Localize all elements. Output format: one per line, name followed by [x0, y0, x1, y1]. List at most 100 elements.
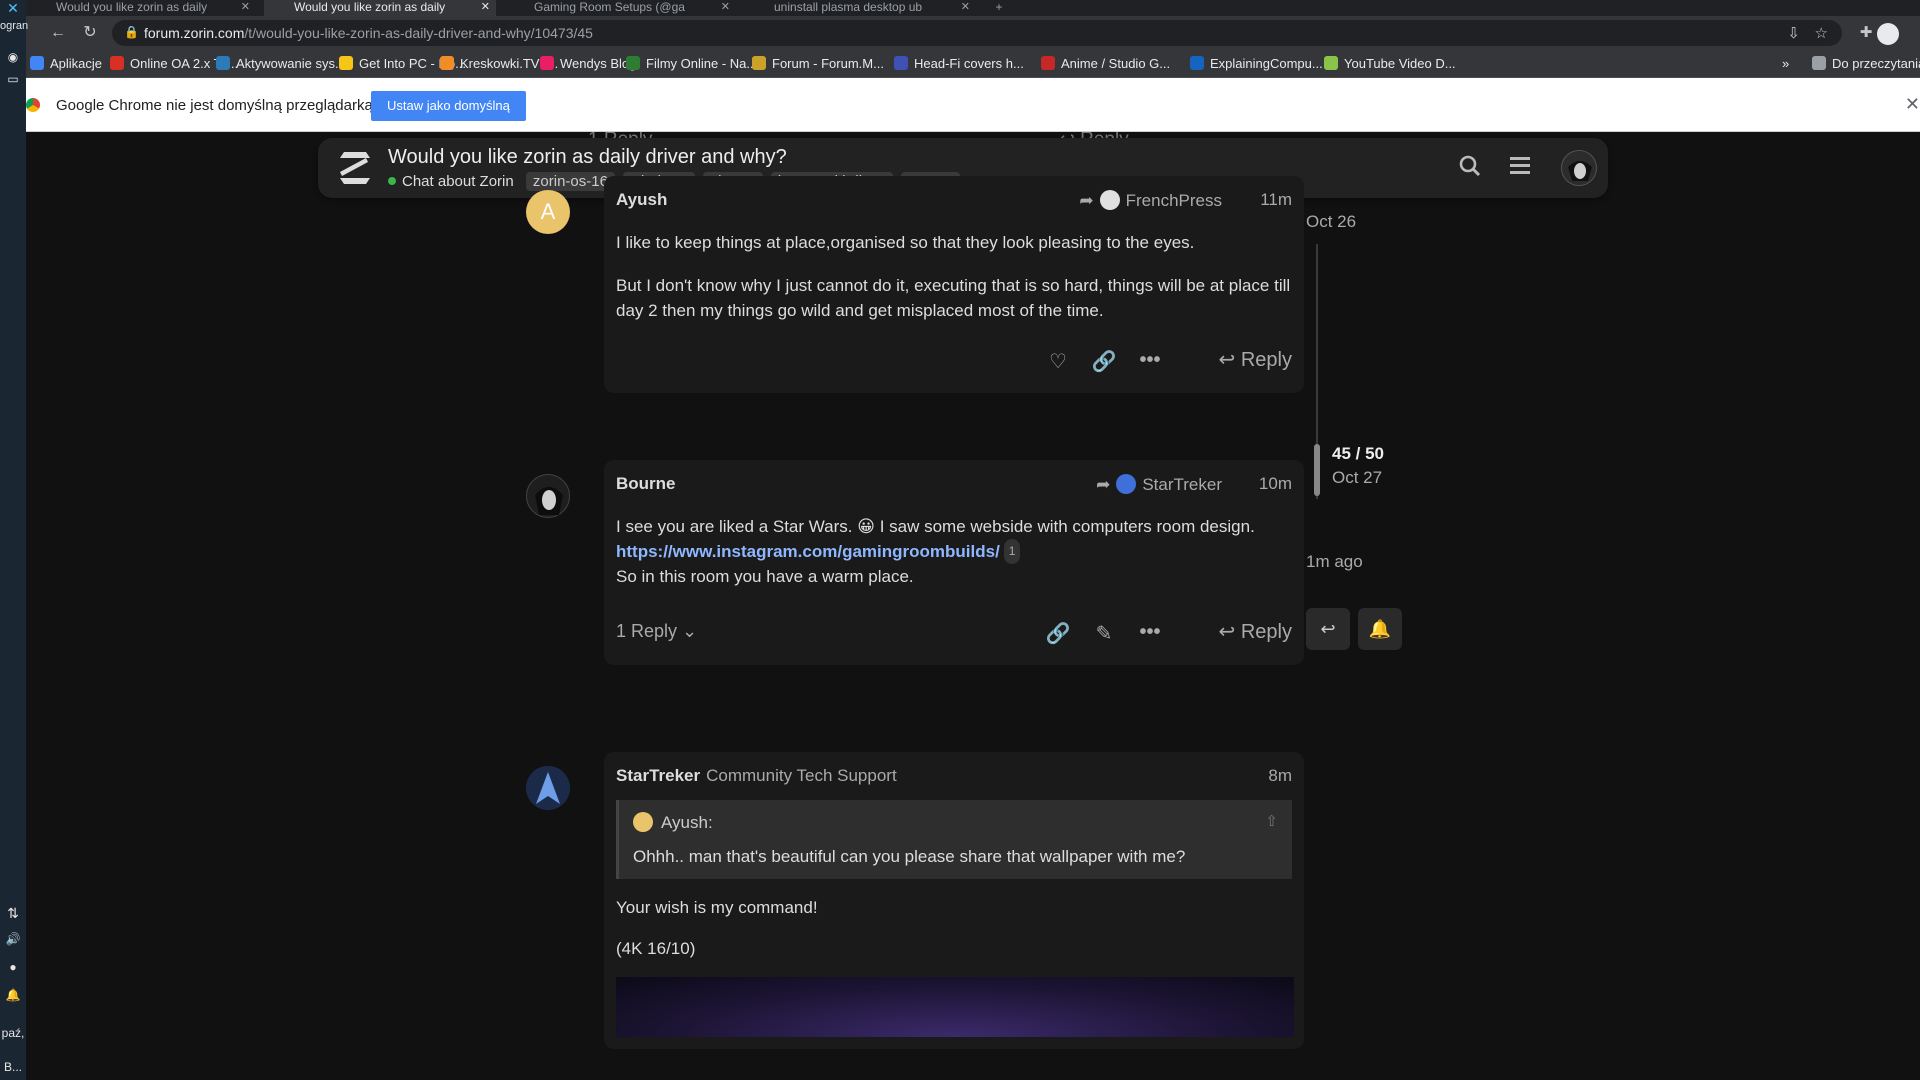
network-icon[interactable]: ⇅ — [0, 905, 26, 922]
tab-title: uninstall plasma desktop ub — [774, 0, 923, 14]
like-heart-icon[interactable]: ♡ — [1044, 349, 1072, 374]
bookmark-item[interactable]: ExplainingCompu... — [1190, 56, 1323, 71]
reload-icon[interactable]: ↻ — [80, 23, 100, 43]
notification-bell-icon[interactable]: 🔔 — [0, 988, 26, 1002]
bookmark-label: Filmy Online - Na... — [646, 56, 758, 71]
bookmark-item[interactable]: Anime / Studio G... — [1041, 56, 1170, 71]
post-date[interactable]: 11m — [1260, 190, 1292, 210]
bookmark-favicon-icon — [216, 56, 230, 70]
tab-3[interactable]: Gaming Room Setups (@ga ✕ — [504, 0, 736, 16]
set-default-button[interactable]: Ustaw jako domyślną — [371, 91, 526, 121]
reply-button[interactable]: ↩ Reply — [1219, 619, 1292, 644]
copy-link-icon[interactable]: 🔗 — [1090, 349, 1118, 374]
post-startreker: StarTreker Community Tech Support 8m Ayus… — [526, 752, 1304, 1049]
timeline-scroll-handle[interactable] — [1314, 444, 1320, 496]
reply-icon: ↩ — [1218, 349, 1241, 371]
bookmark-item[interactable]: YouTube Video D... — [1324, 56, 1456, 71]
reply-to-topic-button[interactable]: ↩ — [1306, 608, 1350, 650]
username[interactable]: Ayush — [616, 190, 667, 209]
username[interactable]: StarTreker — [616, 766, 700, 785]
post-paragraph: (4K 16/10) — [616, 939, 696, 958]
bookmark-item[interactable]: Head-Fi covers h... — [894, 56, 1024, 71]
default-browser-infobar: Google Chrome nie jest domyślną przegląd… — [26, 78, 1920, 132]
bookmark-label: Head-Fi covers h... — [914, 56, 1024, 71]
reply-button[interactable]: ↩ Reply — [1219, 347, 1292, 372]
profile-avatar[interactable] — [1877, 23, 1899, 45]
more-actions-icon[interactable]: ••• — [1136, 349, 1164, 372]
chrome-icon[interactable]: ◉ — [0, 50, 26, 64]
post-line: I see you are liked a Star Wars. 😀 I saw… — [616, 517, 1255, 536]
volume-icon[interactable]: 🔊 — [0, 932, 26, 946]
zorin-logo-icon[interactable] — [336, 150, 374, 186]
category-badge[interactable]: Chat about Zorin — [388, 173, 514, 190]
reading-list[interactable]: Do przeczytania — [1812, 56, 1920, 71]
post-body: Ayush ➦ FrenchPress 11m I like to keep th… — [604, 176, 1304, 393]
clock-date[interactable]: paź, — [0, 1026, 26, 1040]
install-icon[interactable]: ⇩ — [1787, 24, 1800, 42]
bookmark-item[interactable]: Filmy Online - Na... — [626, 56, 757, 71]
extensions-puzzle-icon[interactable]: ✚ — [1856, 23, 1876, 43]
reply-icon: ↩ — [1218, 621, 1241, 643]
tab-4[interactable]: uninstall plasma desktop ub ✕ — [744, 0, 976, 16]
clock-time[interactable]: B... — [0, 1060, 26, 1074]
expand-quote-icon[interactable]: ⇧ — [1265, 812, 1278, 830]
bookmark-item[interactable]: Wendys Blog — [540, 56, 636, 71]
bookmark-favicon-icon — [626, 56, 640, 70]
close-icon[interactable]: ✕ — [481, 0, 490, 13]
post-date[interactable]: 10m — [1259, 474, 1292, 494]
address-bar: ← ↻ 🔒 forum.zorin.com/t/would-you-like-z… — [26, 16, 1920, 50]
wallpaper-image[interactable] — [616, 977, 1294, 1037]
tab-1[interactable]: Would you like zorin as daily ✕ — [26, 0, 256, 16]
tab-title: Gaming Room Setups (@ga — [534, 0, 685, 14]
reply-to-tab[interactable]: ➦ FrenchPress — [1079, 190, 1222, 211]
post-content: I see you are liked a Star Wars. 😀 I saw… — [616, 514, 1292, 589]
bookmarks-more-icon[interactable]: » — [1782, 56, 1789, 71]
hamburger-menu-icon[interactable] — [1507, 155, 1533, 181]
discourse-page: 1 Reply ⌄ ↩ Reply Would you like zorin a… — [26, 132, 1920, 1080]
chrome-logo-icon — [26, 98, 40, 112]
avatar[interactable]: A — [526, 190, 570, 234]
instagram-link[interactable]: https://www.instagram.com/gamingroombuil… — [616, 542, 1000, 561]
copy-link-icon[interactable]: 🔗 — [1044, 621, 1072, 646]
close-icon[interactable]: ✕ — [1905, 94, 1920, 115]
mini-avatar — [1099, 190, 1120, 210]
tab-2-active[interactable]: Would you like zorin as daily ✕ — [264, 0, 496, 16]
more-actions-icon[interactable]: ••• — [1136, 621, 1164, 644]
bookmark-item[interactable]: Aplikacje — [30, 56, 102, 71]
timeline-end-date[interactable]: 1m ago — [1306, 552, 1363, 572]
url-path: /t/would-you-like-zorin-as-daily-driver-… — [244, 25, 593, 41]
search-icon[interactable] — [1457, 155, 1483, 181]
topic-title[interactable]: Would you like zorin as daily driver and… — [388, 146, 787, 169]
reading-list-label: Do przeczytania — [1832, 56, 1920, 71]
bookmark-label: Forum - Forum.M... — [772, 56, 884, 71]
notifications-bell-button[interactable]: 🔔 — [1358, 608, 1402, 650]
bookmark-favicon-icon — [440, 56, 454, 70]
close-icon[interactable]: ✕ — [0, 0, 26, 17]
edit-pencil-icon[interactable]: ✎ — [1090, 621, 1118, 646]
terminal-icon[interactable]: ▭ — [0, 72, 26, 86]
bookmark-favicon-icon — [752, 56, 766, 70]
avatar[interactable] — [526, 766, 570, 810]
omnibox[interactable]: 🔒 forum.zorin.com/t/would-you-like-zorin… — [112, 20, 1842, 46]
new-tab-button[interactable]: + — [984, 0, 1014, 16]
avatar[interactable] — [526, 474, 570, 518]
reply-to-tab[interactable]: ➦ StarTreker — [1096, 474, 1222, 495]
bookmark-star-icon[interactable]: ☆ — [1815, 24, 1828, 42]
bookmark-item[interactable]: Forum - Forum.M... — [752, 56, 884, 71]
post-content: I like to keep things at place,organised… — [616, 230, 1292, 323]
current-user-avatar[interactable] — [1561, 150, 1597, 186]
update-icon[interactable]: ● — [0, 960, 26, 974]
username[interactable]: Bourne — [616, 474, 676, 493]
timeline-start-date[interactable]: Oct 26 — [1306, 212, 1356, 232]
close-icon[interactable]: ✕ — [241, 0, 250, 13]
back-icon[interactable]: ← — [48, 23, 68, 43]
close-icon[interactable]: ✕ — [721, 0, 730, 13]
replies-toggle[interactable]: 1 Reply ⌄ — [616, 621, 697, 642]
bookmark-item[interactable]: Aktywowanie sys... — [216, 56, 346, 71]
dock-app-label[interactable]: ogran — [0, 20, 28, 32]
bookmark-favicon-icon — [30, 56, 44, 70]
post-controls: ♡ 🔗 ••• ↩ Reply — [616, 341, 1292, 381]
post-date[interactable]: 8m — [1268, 766, 1292, 786]
close-icon[interactable]: ✕ — [961, 0, 970, 13]
infobar-message: Google Chrome nie jest domyślną przegląd… — [56, 97, 373, 114]
